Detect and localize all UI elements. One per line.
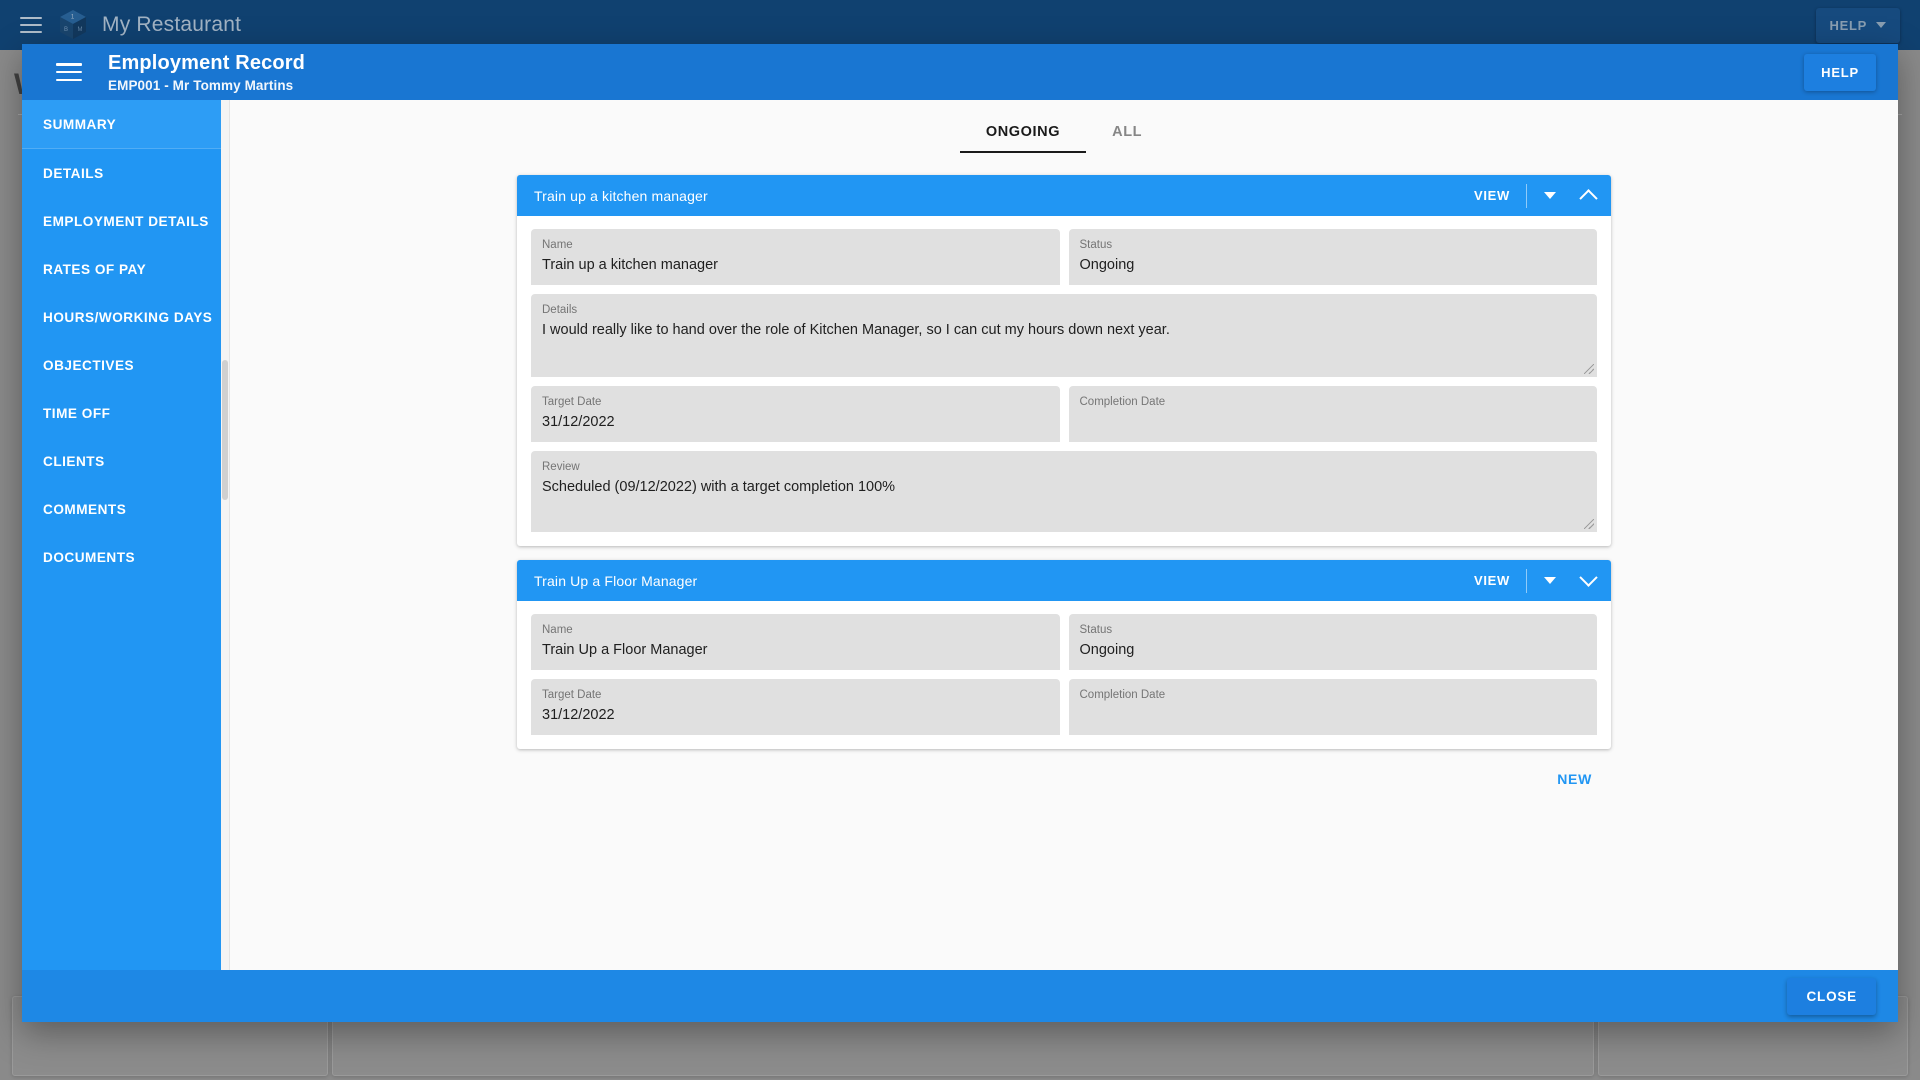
sidebar-item-clients[interactable]: CLIENTS [22, 437, 221, 485]
field-value: Train Up a Floor Manager [542, 642, 708, 658]
objectives-tabs: ONGOING ALL [230, 100, 1898, 153]
objective-target-date-field[interactable]: Target Date 31/12/2022 [531, 386, 1060, 442]
field-row: Name Train up a kitchen manager Status O… [531, 229, 1597, 285]
field-row: Target Date 31/12/2022 Completion Date [531, 386, 1597, 442]
objective-review-field[interactable]: Review Scheduled (09/12/2022) with a tar… [531, 451, 1597, 532]
field-label: Status [1079, 624, 1113, 636]
chevron-up-icon [1578, 189, 1598, 208]
sidebar-item-label: EMPLOYMENT DETAILS [43, 213, 209, 229]
sidebar-item-rates-of-pay[interactable]: RATES OF PAY [22, 245, 221, 293]
objective-card-body: Name Train up a kitchen manager Status O… [517, 216, 1611, 546]
objective-completion-date-field[interactable]: Completion Date [1068, 386, 1597, 442]
field-row: Name Train Up a Floor Manager Status Ong… [531, 614, 1597, 670]
header-divider [1526, 568, 1527, 593]
header-divider [1526, 183, 1527, 208]
objective-collapse-button[interactable] [1569, 177, 1607, 215]
objective-completion-date-field[interactable]: Completion Date [1068, 679, 1597, 735]
field-label: Name [542, 239, 573, 251]
objective-card-header[interactable]: Train Up a Floor Manager VIEW [517, 560, 1611, 601]
objective-card-title: Train up a kitchen manager [534, 187, 708, 204]
scrollbar-thumb[interactable] [222, 360, 228, 500]
triangle-down-icon [1544, 192, 1556, 199]
objective-card-body: Name Train Up a Floor Manager Status Ong… [517, 601, 1611, 749]
objective-target-date-field[interactable]: Target Date 31/12/2022 [531, 679, 1060, 735]
objective-expand-button[interactable] [1569, 562, 1607, 600]
content-area: ONGOING ALL Train up a kitchen manager V… [221, 100, 1898, 970]
field-row: Review Scheduled (09/12/2022) with a tar… [531, 451, 1597, 532]
sidebar-item-label: DETAILS [43, 165, 104, 181]
objective-status-field[interactable]: Status Ongoing [1068, 614, 1597, 670]
dialog-menu-icon[interactable] [56, 63, 82, 81]
sidebar-item-label: RATES OF PAY [43, 261, 147, 277]
sidebar-item-hours-working-days[interactable]: HOURS/WORKING DAYS [22, 293, 221, 341]
dialog-help-button[interactable]: HELP [1804, 53, 1876, 91]
objective-card-header[interactable]: Train up a kitchen manager VIEW [517, 175, 1611, 216]
field-label: Name [542, 624, 573, 636]
field-value: Train up a kitchen manager [542, 257, 718, 273]
field-value: Scheduled (09/12/2022) with a target com… [542, 479, 896, 495]
dialog-title: Employment Record [108, 51, 306, 74]
dialog-header: Employment Record EMP001 - Mr Tommy Mart… [22, 44, 1898, 100]
chevron-down-icon [1578, 568, 1598, 587]
sidebar-item-label: SUMMARY [43, 116, 117, 132]
sidebar-item-label: HOURS/WORKING DAYS [43, 309, 213, 325]
field-value: Ongoing [1079, 642, 1135, 658]
field-label: Completion Date [1079, 396, 1166, 408]
objective-card: Train Up a Floor Manager VIEW Name Train… [517, 560, 1611, 749]
field-row: Details I would really like to hand over… [531, 294, 1597, 377]
content-scrollbar[interactable] [221, 100, 230, 970]
objective-card-title: Train Up a Floor Manager [534, 572, 698, 589]
sidebar-item-documents[interactable]: DOCUMENTS [22, 533, 221, 581]
field-label: Details [542, 304, 578, 316]
field-row: Target Date 31/12/2022 Completion Date [531, 679, 1597, 735]
field-value: I would really like to hand over the rol… [542, 322, 1170, 338]
field-value: Ongoing [1079, 257, 1135, 273]
objective-name-field[interactable]: Name Train up a kitchen manager [531, 229, 1060, 285]
textarea-resize-handle[interactable] [1584, 364, 1594, 374]
tab-all[interactable]: ALL [1086, 110, 1168, 153]
field-value [1080, 412, 1587, 432]
employment-record-dialog: Employment Record EMP001 - Mr Tommy Mart… [22, 44, 1898, 1022]
dialog-body: SUMMARY DETAILS EMPLOYMENT DETAILS RATES… [22, 100, 1898, 970]
close-button[interactable]: CLOSE [1787, 977, 1876, 1015]
sidebar-item-summary[interactable]: SUMMARY [22, 100, 221, 148]
field-label: Target Date [542, 689, 602, 701]
sidebar-item-comments[interactable]: COMMENTS [22, 485, 221, 533]
sidebar-item-label: TIME OFF [43, 405, 111, 421]
sidebar-item-objectives[interactable]: OBJECTIVES [22, 341, 221, 389]
field-value [1080, 705, 1587, 725]
new-objective-button[interactable]: NEW [1547, 763, 1602, 795]
new-objective-row: NEW [517, 763, 1611, 795]
triangle-down-icon [1544, 577, 1556, 584]
objective-view-button[interactable]: VIEW [1462, 565, 1522, 596]
sidebar-item-time-off[interactable]: TIME OFF [22, 389, 221, 437]
dialog-subtitle: EMP001 - Mr Tommy Martins [108, 77, 294, 93]
objective-details-field[interactable]: Details I would really like to hand over… [531, 294, 1597, 377]
field-value: 31/12/2022 [542, 414, 615, 430]
field-value: 31/12/2022 [542, 707, 615, 723]
content-scroll-region: ONGOING ALL Train up a kitchen manager V… [230, 100, 1898, 970]
field-label: Completion Date [1079, 689, 1166, 701]
sidebar-item-label: CLIENTS [43, 453, 105, 469]
objective-menu-button[interactable] [1531, 177, 1569, 215]
sidebar-item-label: DOCUMENTS [43, 549, 136, 565]
objective-view-button[interactable]: VIEW [1462, 180, 1522, 211]
objective-status-field[interactable]: Status Ongoing [1068, 229, 1597, 285]
objective-menu-button[interactable] [1531, 562, 1569, 600]
field-label: Review [542, 461, 580, 473]
sidebar-item-details[interactable]: DETAILS [22, 149, 221, 197]
sidebar-item-label: OBJECTIVES [43, 357, 135, 373]
dialog-title-group: Employment Record EMP001 - Mr Tommy Mart… [108, 52, 305, 93]
objectives-list: Train up a kitchen manager VIEW Name Tra… [517, 175, 1611, 749]
objective-card: Train up a kitchen manager VIEW Name Tra… [517, 175, 1611, 546]
sidebar-item-employment-details[interactable]: EMPLOYMENT DETAILS [22, 197, 221, 245]
dialog-footer: CLOSE [22, 970, 1898, 1022]
field-label: Status [1079, 239, 1113, 251]
tab-ongoing[interactable]: ONGOING [959, 110, 1087, 153]
dialog-sidebar: SUMMARY DETAILS EMPLOYMENT DETAILS RATES… [22, 100, 221, 970]
sidebar-item-label: COMMENTS [43, 501, 127, 517]
field-label: Target Date [542, 396, 602, 408]
textarea-resize-handle[interactable] [1584, 519, 1594, 529]
objective-name-field[interactable]: Name Train Up a Floor Manager [531, 614, 1060, 670]
